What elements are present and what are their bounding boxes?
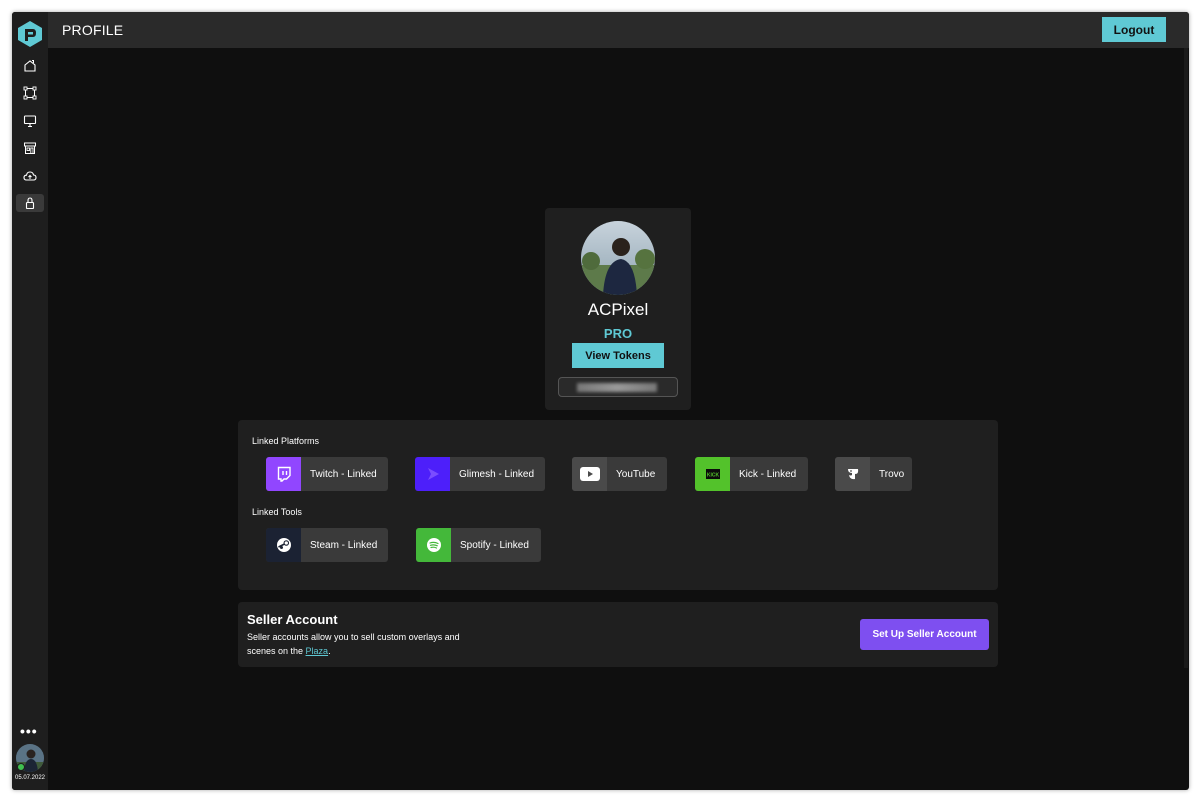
trovo-link-button[interactable]: Trovo — [835, 457, 912, 491]
profile-avatar — [581, 221, 655, 295]
profile-card: ACPixel PRO View Tokens — [545, 208, 691, 410]
sidebar-item-scenes[interactable] — [16, 84, 44, 102]
sidebar-item-store[interactable] — [16, 139, 44, 157]
sidebar-item-cloud[interactable] — [16, 167, 44, 185]
home-icon — [24, 60, 36, 72]
spotify-link-label: Spotify - Linked — [460, 539, 529, 551]
lock-icon — [25, 197, 35, 210]
glimesh-link-label: Glimesh - Linked — [459, 468, 535, 480]
seller-account-panel: Seller Account Seller accounts allow you… — [238, 602, 998, 667]
page-title: PROFILE — [62, 22, 124, 38]
youtube-icon — [572, 457, 607, 491]
spotify-icon — [416, 528, 451, 562]
glimesh-icon — [415, 457, 450, 491]
trovo-icon — [835, 457, 870, 491]
sidebar-item-home[interactable] — [16, 57, 44, 75]
trovo-link-label: Trovo — [879, 468, 905, 480]
svg-text:KICK: KICK — [706, 472, 719, 478]
steam-icon — [266, 528, 301, 562]
sidebar-item-monitor[interactable] — [16, 112, 44, 130]
kick-link-label: Kick - Linked — [739, 468, 797, 480]
steam-link-button[interactable]: Steam - Linked — [266, 528, 388, 562]
hidden-token-field[interactable] — [558, 377, 678, 397]
linked-tools-heading: Linked Tools — [252, 507, 302, 517]
glimesh-link-button[interactable]: Glimesh - Linked — [415, 457, 545, 491]
twitch-link-button[interactable]: Twitch - Linked — [266, 457, 388, 491]
seller-desc-end: . — [328, 646, 331, 656]
youtube-link-button[interactable]: YouTube — [572, 457, 667, 491]
kick-icon: KICK — [695, 457, 730, 491]
redacted-value — [577, 383, 657, 392]
twitch-link-label: Twitch - Linked — [310, 468, 377, 480]
view-tokens-button[interactable]: View Tokens — [572, 343, 664, 368]
linked-accounts-panel: Linked Platforms Twitch - Linked Glimesh… — [238, 420, 998, 590]
sidebar-item-lock[interactable] — [16, 194, 44, 212]
setup-seller-account-button[interactable]: Set Up Seller Account — [860, 619, 989, 650]
seller-desc-text: Seller accounts allow you to sell custom… — [247, 632, 460, 656]
plaza-link[interactable]: Plaza — [306, 646, 329, 656]
sidebar: ••• 05.07.2022 — [12, 12, 48, 790]
scrollbar[interactable] — [1184, 48, 1188, 668]
logout-button[interactable]: Logout — [1102, 17, 1166, 42]
more-menu-button[interactable]: ••• — [20, 724, 38, 738]
twitch-icon — [266, 457, 301, 491]
app-logo-icon[interactable] — [17, 20, 43, 48]
linked-platforms-heading: Linked Platforms — [252, 436, 320, 446]
profile-tier-badge: PRO — [603, 326, 633, 341]
seller-account-description: Seller accounts allow you to sell custom… — [247, 630, 467, 658]
profile-username: ACPixel — [587, 300, 649, 319]
steam-link-label: Steam - Linked — [310, 539, 378, 551]
cloud-upload-icon — [23, 171, 37, 181]
seller-account-title: Seller Account — [247, 612, 338, 627]
app-window: ••• 05.07.2022 PROFILE Logout ACPixel PR… — [12, 12, 1189, 790]
top-bar: PROFILE Logout — [48, 12, 1189, 48]
frame-icon — [23, 86, 37, 100]
online-status-dot — [17, 763, 25, 771]
monitor-icon — [23, 115, 37, 128]
store-icon — [24, 142, 36, 154]
spotify-link-button[interactable]: Spotify - Linked — [416, 528, 541, 562]
youtube-link-label: YouTube — [616, 468, 656, 480]
user-date: 05.07.2022 — [14, 775, 46, 781]
kick-link-button[interactable]: KICK Kick - Linked — [695, 457, 808, 491]
